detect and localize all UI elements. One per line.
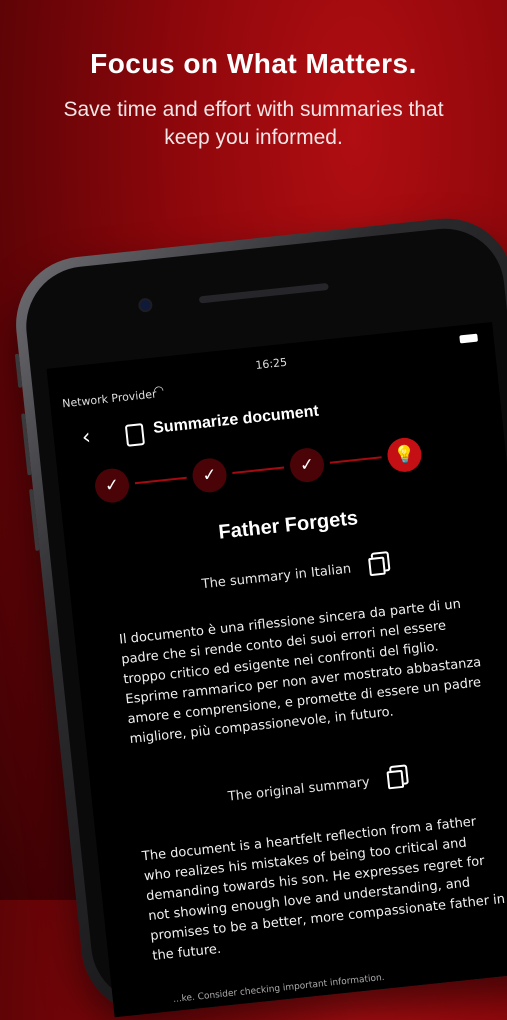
step-connector [134, 476, 187, 485]
document-icon [124, 423, 146, 447]
disclaimer-note: ...ke. Consider checking important infor… [172, 972, 386, 1006]
phone-mockup: Network Provider ◠ 16:25 ‹ Summarize doc… [9, 211, 507, 1020]
carrier-label: Network Provider [61, 387, 158, 411]
page-title: Summarize document [152, 402, 320, 437]
step-3-complete[interactable]: ✓ [288, 446, 326, 484]
wifi-icon: ◠ [152, 382, 165, 398]
step-1-complete[interactable]: ✓ [93, 466, 131, 505]
italian-summary-label: The summary in Italian [201, 561, 352, 593]
lightbulb-icon[interactable]: 💡 [385, 436, 424, 474]
promo-subline: Save time and effort with summaries that… [63, 98, 444, 149]
original-summary-label: The original summary [227, 774, 371, 805]
chevron-left-icon[interactable]: ‹ [81, 425, 92, 451]
step-connector [232, 466, 285, 474]
copy-icon[interactable] [386, 769, 405, 790]
copy-icon[interactable] [368, 556, 386, 577]
phone-screen: Network Provider ◠ 16:25 ‹ Summarize doc… [46, 321, 507, 1018]
promo-headline: Focus on What Matters. [90, 48, 417, 79]
original-summary-header: The original summary [92, 756, 507, 821]
italian-summary-text: Il documento è una riflessione sincera d… [118, 596, 482, 748]
step-connector [329, 456, 382, 464]
original-summary-text: The document is a heartfelt reflection f… [141, 814, 506, 964]
step-2-complete[interactable]: ✓ [190, 456, 229, 495]
